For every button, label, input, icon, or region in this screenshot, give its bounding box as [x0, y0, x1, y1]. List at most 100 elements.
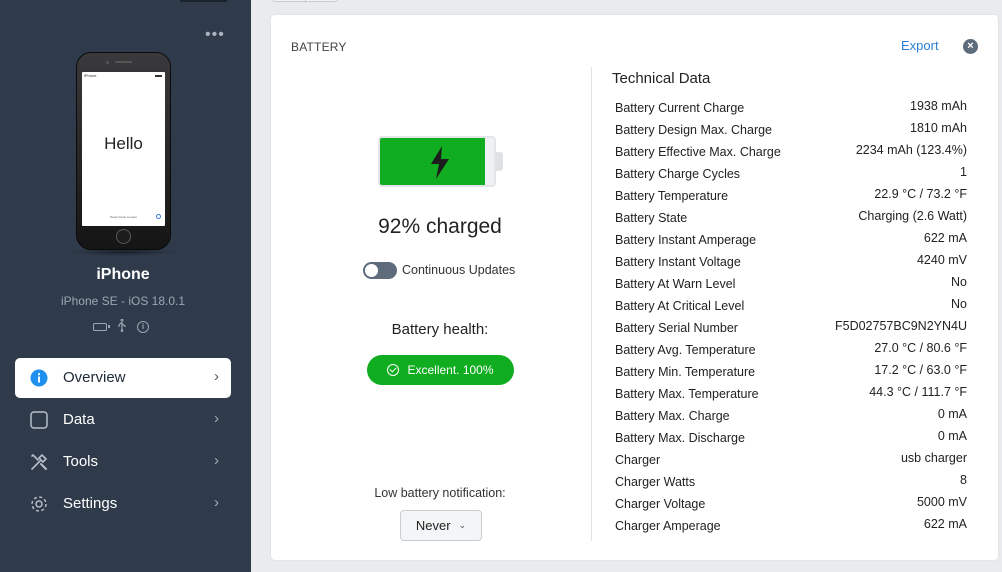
info-icon: [30, 369, 48, 387]
battery-level-graphic: [378, 136, 505, 190]
tech-key: Battery At Warn Level: [615, 277, 736, 291]
nav-overview[interactable]: Overview ›: [15, 358, 231, 398]
tech-key: Battery Min. Temperature: [615, 365, 756, 379]
table-row: Battery Current Charge 1938 mAh: [615, 97, 967, 119]
charge-percentage: 92% charged: [378, 215, 502, 238]
tech-key: Charger: [615, 453, 661, 467]
tech-value: 1: [960, 165, 967, 179]
nav-data[interactable]: Data ›: [15, 400, 231, 440]
usb-icon: [117, 318, 127, 335]
toggle-knob: [365, 264, 378, 277]
tech-value: 2234 mAh (123.4%): [855, 143, 967, 157]
table-row: Charger Watts 8: [615, 471, 967, 493]
phone-screen: iPhone Hello Press home to open: [82, 72, 165, 226]
nav-settings[interactable]: Settings ›: [15, 484, 231, 524]
nav-overview-label: Overview: [63, 369, 126, 386]
low-battery-select[interactable]: Never ⌄: [400, 510, 482, 541]
tech-key: Battery Charge Cycles: [615, 167, 741, 181]
tech-value: 0 mA: [937, 429, 967, 443]
device-model: iPhone SE - iOS 18.0.1: [60, 294, 186, 308]
phone-status-text: iPhone: [84, 73, 97, 78]
tech-value: 5000 mV: [916, 495, 967, 509]
tech-key: Charger Amperage: [615, 519, 721, 533]
table-row: Battery Serial Number F5D02757BC9N2YN4U: [615, 317, 967, 339]
gear-icon: [30, 495, 48, 513]
close-icon[interactable]: ×: [963, 39, 978, 54]
sidebar-top-bar: [180, 0, 227, 2]
chevron-right-icon: ›: [214, 368, 219, 385]
tech-key: Battery Max. Discharge: [615, 431, 745, 445]
chevron-right-icon: ›: [214, 410, 219, 427]
phone-bottom-text: Press home to open: [110, 215, 137, 219]
tech-value: 17.2 °C / 63.0 °F: [874, 363, 967, 377]
tech-value: 1938 mAh: [910, 99, 967, 113]
tech-value: No: [951, 275, 967, 289]
top-segmented-control[interactable]: [272, 0, 338, 3]
battery-health-badge: Excellent. 100%: [367, 355, 514, 385]
tech-value: 8: [960, 473, 967, 487]
tech-key: Battery Effective Max. Charge: [615, 145, 781, 159]
tech-key: Battery Max. Temperature: [615, 387, 759, 401]
tech-value: Charging (2.6 Watt): [858, 209, 967, 223]
tech-value: 22.9 °C / 73.2 °F: [874, 187, 967, 201]
table-row: Battery Effective Max. Charge 2234 mAh (1…: [615, 141, 967, 163]
battery-icon: [93, 323, 110, 331]
info-icon[interactable]: i: [137, 321, 149, 333]
low-battery-value: Never: [415, 518, 451, 533]
tech-key: Battery Max. Charge: [615, 409, 730, 423]
chevron-right-icon: ›: [214, 494, 219, 511]
tech-key: Charger Voltage: [615, 497, 706, 511]
tech-value: 44.3 °C / 111.7 °F: [869, 385, 967, 399]
table-row: Battery Max. Discharge 0 mA: [615, 427, 967, 449]
technical-data-table: Battery Current Charge 1938 mAh Battery De…: [615, 97, 967, 537]
low-battery-label: Low battery notification:: [374, 486, 506, 500]
tech-key: Charger Watts: [615, 475, 696, 489]
square-icon: [30, 411, 48, 429]
table-row: Battery Instant Amperage 622 mA: [615, 229, 967, 251]
check-circle-icon: [387, 364, 400, 376]
divider: [591, 67, 592, 541]
tech-key: Battery Serial Number: [615, 321, 738, 335]
table-row: Charger Voltage 5000 mV: [615, 493, 967, 515]
battery-panel: BATTERY Export × 92% charged Continuous …: [271, 15, 998, 560]
continuous-updates-label: Continuous Updates: [402, 263, 516, 277]
phone-battery-icon: [155, 75, 162, 77]
tech-value: 4240 mV: [916, 253, 967, 267]
phone-info-icon: [156, 214, 161, 219]
tech-value: usb charger: [900, 451, 967, 465]
tech-value: 622 mA: [923, 231, 967, 245]
export-button[interactable]: Export: [901, 38, 939, 53]
continuous-updates-toggle[interactable]: [363, 262, 397, 279]
nav-settings-label: Settings: [63, 495, 118, 512]
table-row: Battery Design Max. Charge 1810 mAh: [615, 119, 967, 141]
tech-value: 27.0 °C / 80.6 °F: [874, 341, 967, 355]
phone-home-button: [116, 229, 131, 244]
phone-shadow: [70, 248, 177, 256]
phone-greeting: Hello: [104, 134, 143, 153]
battery-health-value: Excellent. 100%: [407, 363, 494, 377]
panel-title: BATTERY: [291, 40, 347, 54]
chevron-right-icon: ›: [214, 452, 219, 469]
tech-key: Battery Temperature: [615, 189, 729, 203]
phone-speaker: [115, 61, 132, 63]
device-status-icons: i: [93, 318, 157, 335]
tech-value: No: [951, 297, 967, 311]
tech-key: Battery State: [615, 211, 688, 225]
tech-value: 622 mA: [923, 517, 967, 531]
table-row: Battery Instant Voltage 4240 mV: [615, 251, 967, 273]
table-row: Battery Temperature 22.9 °C / 73.2 °F: [615, 185, 967, 207]
tech-key: Battery Instant Amperage: [615, 233, 757, 247]
more-options-icon[interactable]: •••: [205, 26, 225, 44]
table-row: Battery Min. Temperature 17.2 °C / 63.0 °…: [615, 361, 967, 383]
battery-health-title: Battery health:: [391, 321, 489, 338]
tech-key: Battery Current Charge: [615, 101, 745, 115]
nav-tools[interactable]: Tools ›: [15, 442, 231, 482]
tech-key: Battery Avg. Temperature: [615, 343, 756, 357]
tech-key: Battery Design Max. Charge: [615, 123, 773, 137]
table-row: Battery Max. Charge 0 mA: [615, 405, 967, 427]
table-row: Battery At Critical Level No: [615, 295, 967, 317]
technical-data-title: Technical Data: [612, 70, 711, 87]
table-row: Charger Amperage 622 mA: [615, 515, 967, 537]
table-row: Battery Charge Cycles 1: [615, 163, 967, 185]
nav-data-label: Data: [63, 411, 95, 428]
